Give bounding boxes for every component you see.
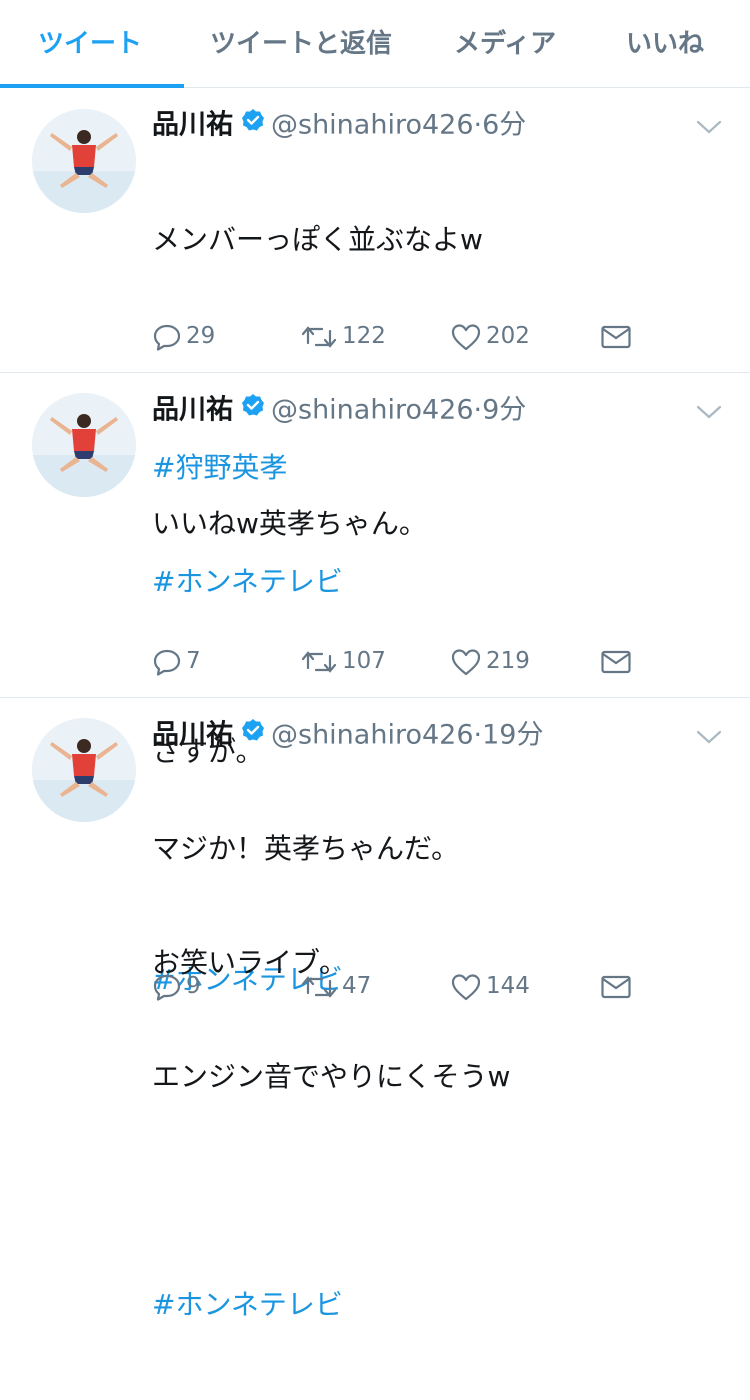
retweet-button[interactable]: 107: [300, 643, 386, 679]
heart-icon: [451, 973, 481, 1000]
tweet-item[interactable]: 品川祐 @shinahiro426·19分 マジか！英孝ちゃんだ。 お笑いライブ。…: [0, 698, 750, 1321]
avatar[interactable]: [32, 109, 136, 213]
tab-likes[interactable]: いいね: [626, 0, 704, 88]
reply-icon: [153, 649, 181, 676]
hashtag-link[interactable]: #ホンネテレビ: [152, 1286, 722, 1324]
profile-tab-bar: ツイート ツイートと返信 メディア いいね: [0, 0, 750, 88]
verified-badge-icon: [241, 714, 265, 754]
tweet-timestamp[interactable]: ·19分: [474, 720, 544, 751]
avatar-jumping-person-image: [32, 718, 136, 822]
display-name[interactable]: 品川祐: [152, 110, 233, 141]
user-handle[interactable]: @shinahiro426: [271, 395, 474, 426]
tweet-text-line: [152, 1172, 722, 1210]
reply-icon: [153, 324, 181, 351]
chevron-down-icon[interactable]: [694, 402, 724, 422]
tweet-timestamp[interactable]: ·9分: [474, 395, 527, 426]
tweet-header: 品川祐 @shinahiro426·6分: [152, 104, 526, 144]
reply-icon: [153, 974, 181, 1001]
heart-icon: [451, 648, 481, 675]
tweet-text: マジか！英孝ちゃんだ。 お笑いライブ。 エンジン音でやりにくそうw #ホンネテレ…: [152, 754, 722, 1400]
reply-button[interactable]: 7: [152, 643, 201, 679]
display-name[interactable]: 品川祐: [152, 395, 233, 426]
user-handle[interactable]: @shinahiro426: [271, 110, 474, 141]
tweet-header: 品川祐 @shinahiro426·9分: [152, 389, 526, 429]
reply-count: 7: [186, 648, 201, 674]
tweet-text-line: メンバーっぽく並ぶなよw: [152, 223, 483, 256]
envelope-icon: [601, 650, 631, 673]
envelope-icon: [601, 325, 631, 348]
display-name[interactable]: 品川祐: [152, 720, 233, 751]
like-count: 144: [486, 973, 530, 999]
tweet-item[interactable]: 品川祐 @shinahiro426·6分 メンバーっぽく並ぶなよw #狩野英孝 #…: [0, 89, 750, 598]
user-handle[interactable]: @shinahiro426: [271, 720, 474, 751]
tab-tweets-and-replies[interactable]: ツイートと返信: [210, 0, 392, 88]
heart-icon: [451, 323, 481, 350]
tab-tweets[interactable]: ツイート: [38, 0, 142, 88]
tweet-text-line: いいねw英孝ちゃん。: [152, 507, 427, 540]
direct-message-button[interactable]: [600, 968, 636, 1004]
envelope-icon: [601, 975, 631, 998]
active-tab-indicator: [0, 84, 184, 88]
like-button[interactable]: 219: [450, 643, 530, 679]
reply-count: 29: [186, 323, 216, 349]
tweet-actions: 9 47 144: [152, 968, 652, 1004]
tweet-actions: 7 107 219: [152, 643, 652, 679]
reply-count: 9: [186, 973, 201, 999]
tab-media[interactable]: メディア: [454, 0, 556, 88]
reply-button[interactable]: 29: [152, 318, 215, 354]
retweet-icon: [301, 325, 337, 348]
tweet-timestamp[interactable]: ·6分: [474, 110, 527, 141]
avatar-jumping-person-image: [32, 393, 136, 497]
avatar-jumping-person-image: [32, 109, 136, 213]
like-button[interactable]: 144: [450, 968, 530, 1004]
tweet-text-line: エンジン音でやりにくそうw: [152, 1060, 511, 1093]
avatar[interactable]: [32, 393, 136, 497]
chevron-down-icon[interactable]: [694, 727, 724, 747]
retweet-count: 107: [342, 648, 386, 674]
retweet-icon: [301, 975, 337, 998]
direct-message-button[interactable]: [600, 643, 636, 679]
chevron-down-icon[interactable]: [694, 117, 724, 137]
reply-button[interactable]: 9: [152, 968, 201, 1004]
like-count: 202: [486, 323, 530, 349]
tweet-item[interactable]: 品川祐 @shinahiro426·9分 いいねw英孝ちゃん。 さすが。 #ホンネ…: [0, 373, 750, 996]
tweet-text-line: マジか！英孝ちゃんだ。: [152, 832, 460, 865]
retweet-button[interactable]: 122: [300, 318, 386, 354]
retweet-icon: [301, 650, 337, 673]
like-count: 219: [486, 648, 530, 674]
avatar[interactable]: [32, 718, 136, 822]
direct-message-button[interactable]: [600, 318, 636, 354]
like-button[interactable]: 202: [450, 318, 530, 354]
tweet-header: 品川祐 @shinahiro426·19分: [152, 714, 543, 754]
retweet-button[interactable]: 47: [300, 968, 371, 1004]
retweet-count: 122: [342, 323, 386, 349]
verified-badge-icon: [241, 389, 265, 429]
tweet-actions: 29 122 202: [152, 318, 652, 354]
retweet-count: 47: [342, 973, 372, 999]
verified-badge-icon: [241, 104, 265, 144]
